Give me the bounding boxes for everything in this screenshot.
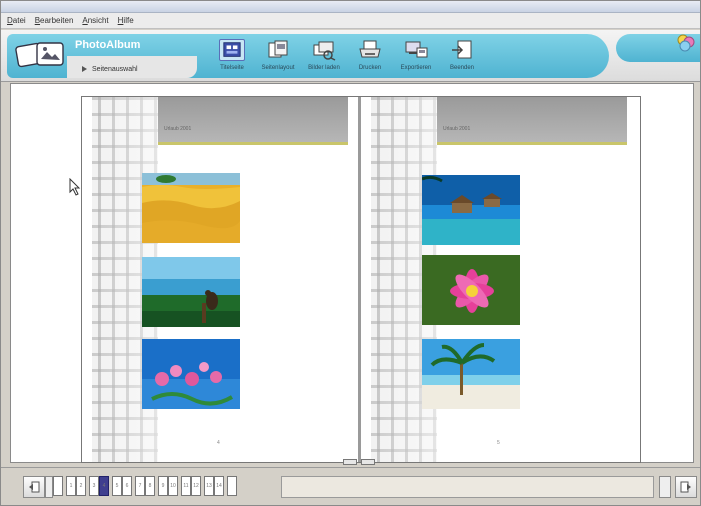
exit-icon bbox=[452, 40, 472, 59]
page-thumbnail-strip: 1 2 3 4 5 6 7 8 9 10 11 12 13 14 bbox=[53, 476, 237, 498]
wheat-field-photo[interactable] bbox=[142, 173, 240, 243]
page-header-text: Urlaub 2001 bbox=[164, 126, 192, 132]
strip-scroll-right[interactable] bbox=[659, 476, 671, 498]
menu-bar: Datei Bearbeiten Ansicht Hilfe bbox=[1, 13, 700, 29]
bird-on-fence-photo[interactable] bbox=[142, 257, 240, 327]
page-thumb[interactable]: 12 bbox=[191, 476, 201, 496]
tool-export[interactable]: Exportieren bbox=[397, 39, 435, 71]
page-thumb[interactable]: 11 bbox=[181, 476, 191, 496]
menu-help[interactable]: Hilfe bbox=[118, 16, 134, 25]
app-title: PhotoAlbum bbox=[75, 39, 141, 51]
export-icon bbox=[405, 41, 428, 58]
tool-load-pictures-label: Bilder laden bbox=[308, 65, 340, 71]
app-window: Datei Bearbeiten Ansicht Hilfe PhotoAlbu… bbox=[0, 0, 701, 506]
water-bungalows-photo[interactable] bbox=[422, 175, 520, 245]
page-thumb[interactable]: 1 bbox=[66, 476, 76, 496]
pink-flowers-photo[interactable] bbox=[142, 339, 240, 409]
print-icon bbox=[359, 40, 381, 58]
page-thumb[interactable]: 6 bbox=[122, 476, 132, 496]
palm-beach-photo[interactable] bbox=[422, 339, 520, 409]
page-navigation-bar: 1 2 3 4 5 6 7 8 9 10 11 12 13 14 bbox=[1, 467, 700, 505]
strip-scroll-left[interactable] bbox=[45, 476, 53, 498]
page-thumb[interactable]: 8 bbox=[145, 476, 155, 496]
page-header-text: Urlaub 2001 bbox=[443, 126, 471, 132]
load-pictures-icon bbox=[313, 41, 336, 61]
tool-page-layout[interactable]: Seitenlayout bbox=[259, 39, 297, 71]
page-thumb[interactable] bbox=[53, 476, 63, 496]
tool-album-cover-label: Titelseite bbox=[220, 65, 244, 71]
page-number: 4 bbox=[217, 440, 220, 446]
menu-view[interactable]: Ansicht bbox=[82, 16, 108, 25]
menu-edit[interactable]: Bearbeiten bbox=[35, 16, 74, 25]
page-number: 5 bbox=[497, 440, 500, 446]
album-page-right[interactable]: Urlaub 2001 5 bbox=[361, 97, 640, 462]
album-cover-icon bbox=[219, 39, 245, 61]
page-thumb[interactable]: 10 bbox=[168, 476, 178, 496]
help-icon[interactable] bbox=[676, 33, 696, 53]
tool-page-layout-label: Seitenlayout bbox=[261, 65, 295, 71]
next-spread-handle[interactable] bbox=[361, 459, 375, 465]
page-select-label: Seitenauswahl bbox=[92, 65, 138, 73]
main-toolbar: Titelseite Seitenlayout Bilder laden Dru… bbox=[213, 39, 481, 71]
arrow-icon bbox=[82, 66, 87, 72]
next-page-button[interactable] bbox=[675, 476, 697, 498]
album-page-left[interactable]: Urlaub 2001 4 bbox=[82, 97, 358, 462]
page-thumb[interactable]: 3 bbox=[89, 476, 99, 496]
pink-lotus-photo[interactable] bbox=[422, 255, 520, 325]
tool-print[interactable]: Drucken bbox=[351, 39, 389, 71]
page-header: Urlaub 2001 bbox=[437, 97, 627, 145]
photo-album: Urlaub 2001 4 Urlaub 2001 5 bbox=[81, 96, 641, 463]
tool-print-label: Drucken bbox=[358, 65, 382, 71]
tool-export-label: Exportieren bbox=[400, 65, 432, 71]
page-thumb[interactable] bbox=[227, 476, 237, 496]
page-thumb-current[interactable]: 4 bbox=[99, 476, 109, 496]
page-thumb[interactable]: 13 bbox=[204, 476, 214, 496]
menu-file[interactable]: Datei bbox=[7, 16, 26, 25]
page-thumb[interactable]: 2 bbox=[76, 476, 86, 496]
page-select-link[interactable]: Seitenauswahl bbox=[81, 65, 138, 73]
tool-album-cover[interactable]: Titelseite bbox=[213, 39, 251, 71]
page-layout-icon bbox=[268, 40, 288, 58]
page-thumb[interactable]: 7 bbox=[135, 476, 145, 496]
tool-load-pictures[interactable]: Bilder laden bbox=[305, 39, 343, 71]
mouse-cursor-icon bbox=[69, 178, 81, 196]
previous-page-button[interactable] bbox=[23, 476, 45, 498]
thumbnail-strip-empty-area bbox=[281, 476, 654, 498]
page-forward-icon bbox=[680, 481, 691, 493]
page-back-icon bbox=[29, 481, 40, 493]
page-thumb[interactable]: 9 bbox=[158, 476, 168, 496]
tool-exit-label: Beenden bbox=[449, 65, 475, 71]
tool-exit[interactable]: Beenden bbox=[443, 39, 481, 71]
photo-album-logo-icon bbox=[15, 42, 64, 68]
title-bar bbox=[1, 1, 700, 13]
app-header: PhotoAlbum Seitenauswahl Titelseite Seit… bbox=[1, 30, 700, 82]
page-thumb[interactable]: 5 bbox=[112, 476, 122, 496]
previous-spread-handle[interactable] bbox=[343, 459, 357, 465]
page-header: Urlaub 2001 bbox=[158, 97, 348, 145]
page-thumb[interactable]: 14 bbox=[214, 476, 224, 496]
